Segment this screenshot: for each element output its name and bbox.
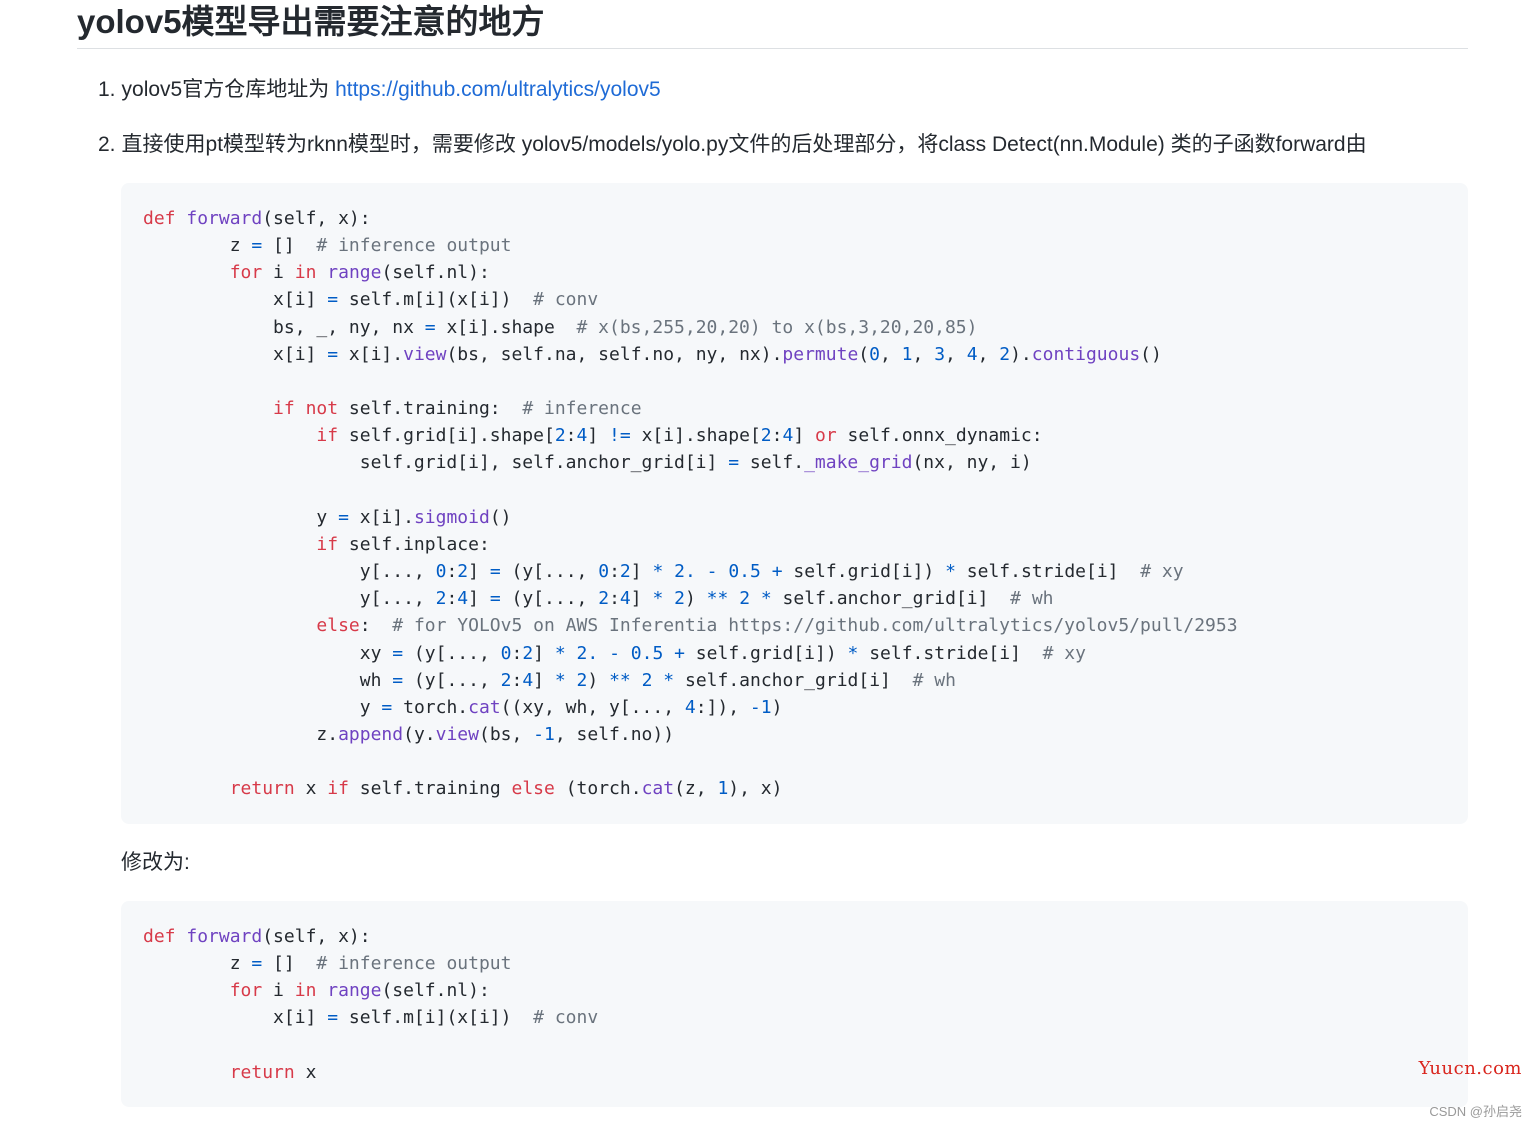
list-item-number: 1. — [98, 78, 116, 101]
list-item: 1. yolov5官方仓库地址为 https://github.com/ultra… — [98, 72, 1367, 108]
list-item-text: 直接使用pt模型转为rknn模型时，需要修改 yolov5/models/yol… — [121, 133, 1367, 156]
instruction-list: 1. yolov5官方仓库地址为 https://github.com/ultra… — [98, 72, 1367, 163]
author-watermark: CSDN @孙启尧 — [1429, 1104, 1522, 1119]
github-repo-link[interactable]: https://github.com/ultralytics/yolov5 — [335, 78, 661, 101]
site-watermark: Yuucn.com — [1418, 1058, 1522, 1079]
list-item-text: yolov5官方仓库地址为 — [121, 78, 336, 101]
list-item-number: 2. — [98, 133, 116, 156]
modify-label: 修改为: — [121, 851, 190, 874]
code-block-original[interactable]: def forward(self, x): z = [] # inference… — [121, 183, 1468, 824]
code-content[interactable]: def forward(self, x): z = [] # inference… — [143, 923, 1446, 1086]
list-item: 2. 直接使用pt模型转为rknn模型时，需要修改 yolov5/models/y… — [98, 127, 1367, 163]
code-block-modified[interactable]: def forward(self, x): z = [] # inference… — [121, 901, 1468, 1107]
article-heading: yolov5模型导出需要注意的地方 — [77, 2, 1468, 49]
code-content[interactable]: def forward(self, x): z = [] # inference… — [143, 205, 1446, 802]
